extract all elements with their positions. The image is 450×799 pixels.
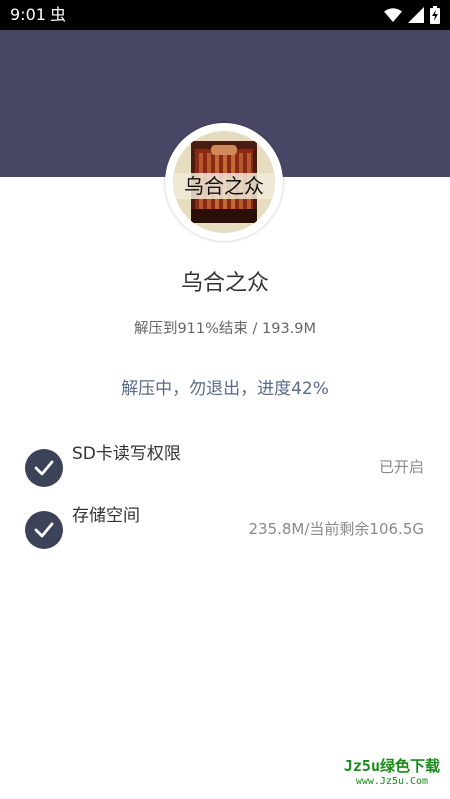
game-icon: 乌合之众 xyxy=(173,131,275,233)
permission-status: 已开启 xyxy=(378,458,424,476)
storage-row: 存储空间 235.8M/当前剩余106.5G xyxy=(0,506,450,551)
game-icon-text: 乌合之众 xyxy=(184,174,264,198)
check-icon xyxy=(25,449,63,487)
storage-status: 235.8M/当前剩余106.5G xyxy=(248,520,424,538)
wifi-icon xyxy=(384,8,402,22)
permission-row-sd-card: SD卡读写权限 已开启 xyxy=(0,444,450,489)
battery-charging-icon xyxy=(430,6,440,24)
check-icon xyxy=(25,511,63,549)
watermark-logo: Jz5u绿色下载 www.Jz5u.Com xyxy=(344,757,440,789)
bug-icon: 虫 xyxy=(50,5,67,24)
permission-label: SD卡读写权限 xyxy=(72,444,181,464)
game-title: 乌合之众 xyxy=(180,271,269,296)
status-bar: 9:01 虫 xyxy=(0,0,450,30)
status-time: 9:01 xyxy=(10,5,46,24)
watermark-main-text: Jz5u绿色下载 xyxy=(343,757,440,775)
progress-status: 解压中，勿退出，进度42% xyxy=(121,379,329,399)
status-icons xyxy=(384,6,440,24)
watermark-url-text: www.Jz5u.Com xyxy=(355,776,429,787)
game-icon-frame: 乌合之众 xyxy=(165,123,283,241)
signal-icon xyxy=(408,7,424,23)
storage-label: 存储空间 xyxy=(72,506,140,526)
extract-info: 解压到911%结束 / 193.9M xyxy=(133,321,317,337)
